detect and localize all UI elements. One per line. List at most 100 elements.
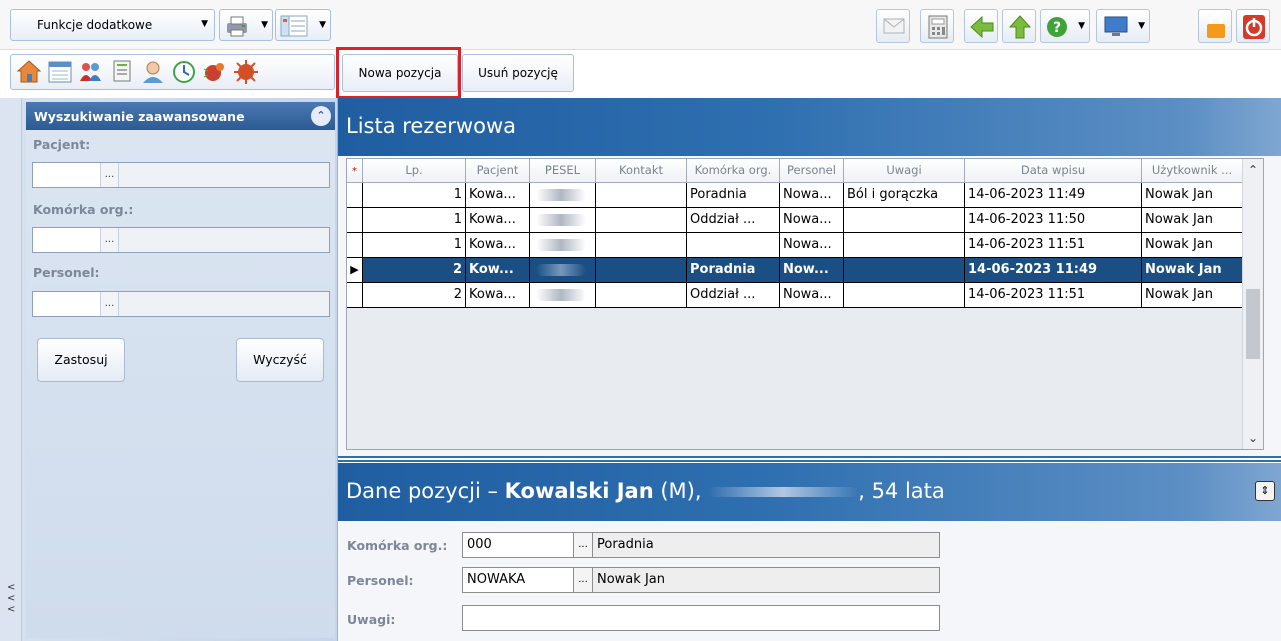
column-header-uwagi[interactable]: Uwagi <box>844 159 965 183</box>
reserve-list-grid: * Lp. Pacjent PESEL Kontakt Komórka org.… <box>346 158 1264 450</box>
ellipsis-icon[interactable]: ... <box>101 163 119 187</box>
highlight-frame <box>336 47 461 99</box>
vertical-scrollbar[interactable]: ⌃ ⌄ <box>1242 159 1263 449</box>
refresh-icon[interactable] <box>171 59 197 85</box>
collapse-strip[interactable] <box>0 98 22 641</box>
row-indicator[interactable] <box>347 283 363 308</box>
cell-kontakt <box>596 258 687 283</box>
back-button[interactable] <box>964 9 998 43</box>
search-panel-title: Wyszukiwanie zaawansowane <box>34 109 245 124</box>
column-header-kontakt[interactable]: Kontakt <box>596 159 687 183</box>
up-button[interactable] <box>1002 9 1036 43</box>
patient-filter-input[interactable] <box>33 163 101 187</box>
cell-data: 14-06-2023 11:50 <box>965 208 1142 233</box>
home-icon[interactable] <box>16 59 42 85</box>
mail-button[interactable] <box>876 9 910 43</box>
column-header-pacjent[interactable]: Pacjent <box>466 159 530 183</box>
table-row-selected[interactable]: ▶ 2 Kow... Poradnia Now... 14-06-2023 11… <box>347 258 1243 283</box>
print-button[interactable]: ▼ <box>219 9 273 41</box>
help-icon: ? <box>1047 17 1067 37</box>
cell-komorka: Poradnia <box>687 183 780 208</box>
calculator-button[interactable] <box>920 9 954 43</box>
cell-personel: Nowa... <box>780 283 844 308</box>
row-indicator[interactable] <box>347 183 363 208</box>
details-header: Dane pozycji – Kowalski Jan (M), , 54 la… <box>338 463 1281 521</box>
clear-button[interactable]: Wyczyść <box>236 338 324 382</box>
documents-icon[interactable] <box>109 59 135 85</box>
column-header-lp[interactable]: Lp. <box>363 159 466 183</box>
detail-unit-code[interactable]: 000 <box>462 532 574 558</box>
cell-lp: 1 <box>363 183 466 208</box>
help-button[interactable]: ? ▼ <box>1040 9 1090 43</box>
cell-komorka <box>687 233 780 258</box>
expand-collapse-icon[interactable]: ⇕ <box>1255 481 1275 501</box>
collapse-icon[interactable]: ⌃ <box>311 106 331 126</box>
patient-icon[interactable] <box>140 59 166 85</box>
row-indicator[interactable] <box>347 208 363 233</box>
calendar-icon[interactable] <box>47 59 73 85</box>
table-row[interactable]: 1 Kowa... Oddział ... Nowa... 14-06-2023… <box>347 208 1243 233</box>
ellipsis-icon[interactable]: ... <box>574 567 592 593</box>
bug-icon[interactable] <box>202 59 228 85</box>
cell-uzytkownik: Nowak Jan <box>1142 233 1243 258</box>
clear-label: Wyczyść <box>253 352 307 367</box>
functions-dropdown[interactable]: Funkcje dodatkowe ▼ <box>10 9 215 41</box>
cell-personel: Now... <box>780 258 844 283</box>
cell-lp: 1 <box>363 208 466 233</box>
detail-staff-label: Personel: <box>347 573 414 588</box>
main-area: Lista rezerwowa * Lp. Pacjent PESEL Kont… <box>338 98 1281 641</box>
column-header-uzytkownik[interactable]: Użytkownik ... <box>1142 159 1243 183</box>
detail-unit-label: Komórka org.: <box>347 538 448 553</box>
delete-position-button[interactable]: Usuń pozycję <box>462 54 574 92</box>
scroll-thumb[interactable] <box>1246 289 1260 359</box>
splitter[interactable] <box>338 456 1281 463</box>
cell-uwagi <box>844 258 965 283</box>
power-button[interactable] <box>1236 9 1270 43</box>
redacted-pesel <box>708 487 859 497</box>
staff-filter-input[interactable] <box>33 292 101 316</box>
row-pointer-icon[interactable]: ▶ <box>347 258 363 283</box>
staff-filter-field[interactable]: ... <box>32 291 330 317</box>
cell-pesel <box>530 233 596 258</box>
column-header-pesel[interactable]: PESEL <box>530 159 596 183</box>
unit-filter-field[interactable]: ... <box>32 227 330 253</box>
detail-notes-label: Uwagi: <box>347 612 396 627</box>
cell-uwagi <box>844 233 965 258</box>
ellipsis-icon[interactable]: ... <box>574 532 592 558</box>
apply-button[interactable]: Zastosuj <box>37 338 125 382</box>
column-header-marker[interactable]: * <box>347 159 363 183</box>
ellipsis-icon[interactable]: ... <box>101 292 119 316</box>
unit-filter-input[interactable] <box>33 228 101 252</box>
cell-pesel <box>530 208 596 233</box>
layout-button[interactable]: ▼ <box>275 9 331 41</box>
unit-filter-label: Komórka org.: <box>33 202 134 217</box>
scroll-up-icon[interactable]: ⌃ <box>1243 163 1263 177</box>
column-header-data-wpisu[interactable]: Data wpisu <box>965 159 1142 183</box>
column-header-komorka[interactable]: Komórka org. <box>687 159 780 183</box>
cell-personel: Nowa... <box>780 233 844 258</box>
detail-notes-input[interactable] <box>462 605 940 631</box>
expand-panel-icon[interactable]: < < < <box>7 582 15 615</box>
cell-kontakt <box>596 283 687 308</box>
column-header-personel[interactable]: Personel <box>780 159 844 183</box>
columns-icon <box>280 15 308 37</box>
detail-staff-code[interactable]: NOWAKA <box>462 567 574 593</box>
patient-filter-field[interactable]: ... <box>32 162 330 188</box>
people-icon[interactable] <box>78 59 104 85</box>
module-toolbar <box>10 54 335 90</box>
back-arrow-icon <box>970 16 994 38</box>
row-indicator[interactable] <box>347 233 363 258</box>
lock-button[interactable] <box>1198 9 1232 43</box>
screen-button[interactable]: ▼ <box>1096 9 1150 43</box>
cell-lp: 2 <box>363 283 466 308</box>
table-row[interactable]: 2 Kowa... Oddział ... Nowa... 14-06-2023… <box>347 283 1243 308</box>
patient-filter-label: Pacjent: <box>33 137 91 152</box>
scroll-down-icon[interactable]: ⌄ <box>1243 431 1263 445</box>
cell-data: 14-06-2023 11:51 <box>965 233 1142 258</box>
cell-uwagi <box>844 283 965 308</box>
details-sex: (M), <box>660 479 702 503</box>
table-row[interactable]: 1 Kowa... Nowa... 14-06-2023 11:51 Nowak… <box>347 233 1243 258</box>
table-row[interactable]: 1 Kowa... Poradnia Nowa... Ból i gorączk… <box>347 183 1243 208</box>
ellipsis-icon[interactable]: ... <box>101 228 119 252</box>
virus-icon[interactable] <box>233 59 259 85</box>
